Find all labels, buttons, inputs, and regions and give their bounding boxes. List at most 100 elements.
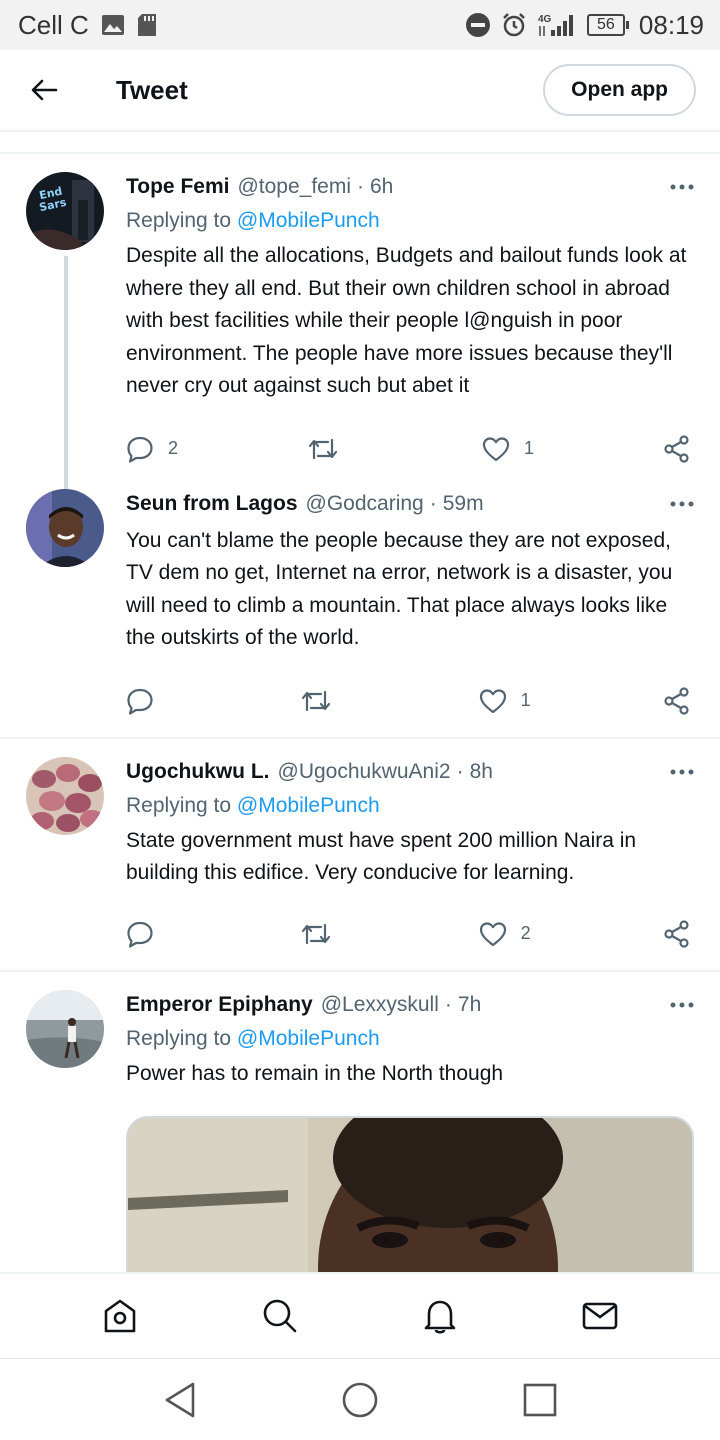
nav-messages[interactable] <box>570 1286 630 1346</box>
more-icon[interactable] <box>668 990 696 1020</box>
avatar[interactable] <box>26 488 104 567</box>
signal-icon: 4G <box>537 12 577 38</box>
nav-notifications[interactable] <box>410 1286 470 1346</box>
system-back-button[interactable] <box>145 1365 215 1435</box>
more-icon[interactable] <box>668 489 696 519</box>
tweet-actions: 1 <box>126 675 696 727</box>
reply-icon <box>127 436 153 463</box>
like-button[interactable]: 1 <box>479 688 531 714</box>
author-handle[interactable]: @Lexxyskull <box>321 990 439 1020</box>
like-count: 1 <box>523 438 534 458</box>
replying-to-link[interactable]: @MobilePunch <box>237 1027 380 1050</box>
author-handle[interactable]: @Godcaring <box>306 489 424 519</box>
share-button[interactable] <box>664 434 694 463</box>
replying-to-prefix: Replying to <box>126 209 232 232</box>
tweet-text: You can't blame the people because they … <box>126 528 673 650</box>
replying-to-link[interactable]: @MobilePunch <box>237 794 380 817</box>
back-button[interactable] <box>24 70 64 110</box>
tweet-time[interactable]: 7h <box>458 990 481 1020</box>
open-app-button[interactable]: Open app <box>543 64 696 116</box>
share-icon <box>664 686 689 715</box>
tweet-text: State government must have spent 200 mil… <box>126 828 637 885</box>
retweet-button[interactable] <box>308 436 352 462</box>
replying-to-prefix: Replying to <box>126 793 232 817</box>
like-count: 2 <box>520 923 531 943</box>
image-icon <box>101 14 125 36</box>
reply-icon <box>127 688 153 715</box>
replying-to-prefix: Replying to <box>126 1026 232 1050</box>
heart-icon <box>482 436 510 461</box>
retweet-button[interactable] <box>301 921 345 947</box>
top-header: Tweet Open app <box>0 50 720 132</box>
tweet[interactable]: Seun from Lagos @Godcaring · 59m You can… <box>0 475 720 739</box>
divider <box>0 132 720 154</box>
status-bar: Cell C 4G 56 08:19 <box>0 0 720 50</box>
reply-count: 2 <box>168 438 179 458</box>
more-icon[interactable] <box>668 172 696 202</box>
author-handle[interactable]: @UgochukwuAni2 <box>278 757 451 787</box>
avatar[interactable] <box>26 989 104 1068</box>
page-title: Tweet <box>116 74 188 105</box>
like-button[interactable]: 2 <box>479 921 531 947</box>
system-recents-button[interactable] <box>505 1365 575 1435</box>
replying-to-link[interactable]: @MobilePunch <box>237 209 380 232</box>
author-name[interactable]: Tope Femi <box>126 172 229 202</box>
sd-card-icon <box>137 13 157 37</box>
meta-separator: · <box>444 992 452 1016</box>
avatar[interactable]: End Sars <box>26 172 104 250</box>
tweet-time[interactable]: 59m <box>443 489 484 519</box>
share-button[interactable] <box>664 919 694 948</box>
avatar[interactable] <box>26 756 104 835</box>
do-not-disturb-icon <box>465 12 491 38</box>
tweet-time[interactable]: 6h <box>370 172 393 202</box>
home-circle-icon <box>342 1382 378 1417</box>
like-button[interactable]: 1 <box>482 436 534 462</box>
arrow-left-icon <box>31 79 58 101</box>
share-button[interactable] <box>664 686 694 715</box>
replying-to: Replying to @MobilePunch <box>126 789 696 823</box>
meta-separator: · <box>357 175 364 198</box>
author-name[interactable]: Seun from Lagos <box>126 489 298 519</box>
system-home-button[interactable] <box>325 1365 395 1435</box>
retweet-button[interactable] <box>301 688 345 714</box>
search-icon <box>263 1299 297 1333</box>
recents-square-icon <box>523 1383 557 1416</box>
reply-button[interactable] <box>126 687 168 715</box>
meta-separator: · <box>429 491 437 515</box>
author-name[interactable]: Ugochukwu L. <box>126 757 270 787</box>
reply-button[interactable]: 2 <box>126 435 178 463</box>
retweet-icon <box>308 438 338 459</box>
tweet-text: Despite all the allocations, Budgets and… <box>126 244 687 397</box>
reply-feed[interactable]: End Sars Tope Femi @tope_femi · 6h Reply… <box>0 132 720 1272</box>
battery-icon: 56 <box>586 14 629 36</box>
tweet[interactable]: End Sars Tope Femi @tope_femi · 6h Reply… <box>0 154 720 514</box>
battery-level: 56 <box>586 14 625 36</box>
bottom-navigation <box>0 1272 720 1358</box>
more-icon[interactable] <box>668 757 696 787</box>
share-icon <box>664 434 689 463</box>
reply-icon <box>127 921 153 948</box>
home-icon <box>104 1299 136 1333</box>
author-handle[interactable]: @tope_femi <box>237 172 351 202</box>
tweet-actions: 2 1 <box>126 423 696 475</box>
tweet-text: Power has to remain in the North though <box>126 1061 504 1085</box>
nav-search[interactable] <box>250 1286 310 1346</box>
tweet[interactable]: Emperor Epiphany @Lexxyskull · 7h Replyi… <box>0 972 720 1272</box>
tweet-time[interactable]: 8h <box>470 757 493 787</box>
meta-separator: · <box>456 759 464 783</box>
messages-icon <box>582 1302 618 1330</box>
author-name[interactable]: Emperor Epiphany <box>126 990 313 1020</box>
alarm-icon <box>501 12 527 38</box>
retweet-icon <box>302 690 331 711</box>
replying-to: Replying to @MobilePunch <box>126 1022 696 1056</box>
reply-button[interactable] <box>126 920 168 948</box>
tweet[interactable]: Ugochukwu L. @UgochukwuAni2 · 8h Replyin… <box>0 739 720 972</box>
tweet-media-image[interactable] <box>126 1116 694 1272</box>
nav-home[interactable] <box>90 1286 150 1346</box>
retweet-icon <box>302 923 331 944</box>
share-icon <box>664 919 689 948</box>
notifications-icon <box>424 1300 456 1334</box>
replying-to: Replying to @MobilePunch <box>126 204 696 238</box>
system-navigation <box>0 1358 720 1440</box>
network-label: 4G <box>538 14 552 25</box>
